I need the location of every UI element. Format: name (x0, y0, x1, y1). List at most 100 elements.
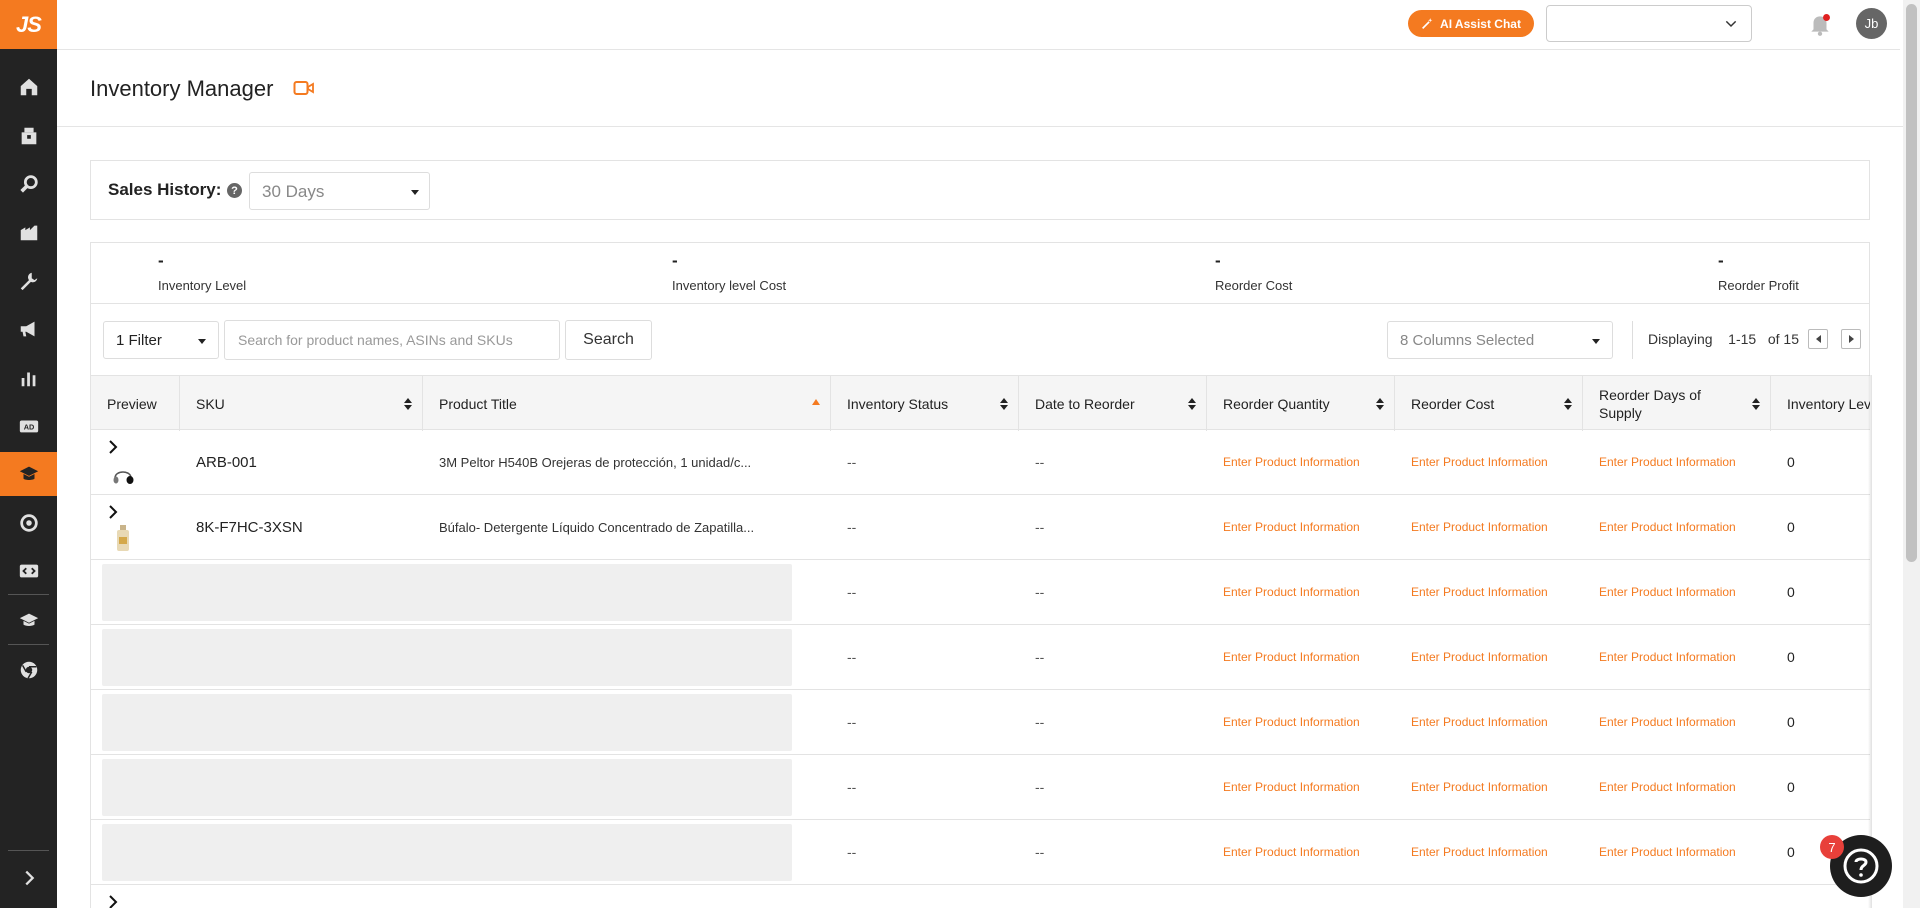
graduation-cap-icon[interactable] (0, 598, 57, 642)
notifications-bell-icon[interactable] (1807, 11, 1833, 42)
developer-code-icon[interactable] (0, 549, 57, 593)
header-reorder-cost[interactable]: Reorder Cost (1395, 376, 1583, 431)
loading-placeholder (102, 629, 792, 686)
table-row[interactable] (91, 885, 1870, 908)
sidebar-divider (8, 850, 49, 851)
enter-product-info-link[interactable]: Enter Product Information (1395, 820, 1583, 884)
enter-product-info-link[interactable]: Enter Product Information (1207, 755, 1395, 819)
sort-icon (1376, 398, 1384, 410)
table-scroll-shadow (1868, 375, 1872, 908)
js-logo[interactable]: JS (0, 0, 57, 49)
sales-history-label: Sales History: (108, 180, 222, 199)
enter-product-info-link[interactable]: Enter Product Information (1207, 690, 1395, 754)
header-reorder-days-of-supply[interactable]: Reorder Days of Supply (1583, 376, 1771, 431)
cell-date-to-reorder: -- (1035, 454, 1045, 470)
table-row[interactable]: -- -- Enter Product Information Enter Pr… (91, 690, 1870, 755)
ai-assist-chat-button[interactable]: AI Assist Chat (1408, 10, 1534, 37)
enter-product-info-link[interactable]: Enter Product Information (1207, 430, 1395, 494)
video-tutorial-icon[interactable] (293, 80, 315, 101)
table-row[interactable]: -- -- Enter Product Information Enter Pr… (91, 820, 1870, 885)
previous-page-button[interactable] (1808, 329, 1828, 349)
enter-product-info-link[interactable]: Enter Product Information (1395, 495, 1583, 559)
academy-icon[interactable] (0, 452, 57, 496)
enter-product-info-link[interactable]: Enter Product Information (1395, 560, 1583, 624)
ads-icon[interactable]: AD (0, 404, 57, 448)
enter-product-info-link[interactable]: Enter Product Information (1583, 430, 1771, 494)
help-notification-badge: 7 (1820, 835, 1844, 859)
header-inventory-status[interactable]: Inventory Status (831, 376, 1019, 431)
table-row[interactable]: 8K-F7HC-3XSN Búfalo- Detergente Líquido … (91, 495, 1870, 560)
chevron-right-icon[interactable] (108, 505, 118, 519)
search-input[interactable] (224, 320, 560, 360)
magic-wand-icon (1422, 18, 1433, 29)
next-page-button[interactable] (1841, 329, 1861, 349)
columns-select[interactable]: 8 Columns Selected (1387, 321, 1613, 359)
supplier-database-icon[interactable] (0, 210, 57, 254)
enter-product-info-link[interactable]: Enter Product Information (1207, 560, 1395, 624)
chevron-down-icon (1725, 20, 1737, 28)
header-sku[interactable]: SKU (180, 376, 423, 431)
enter-product-info-link[interactable]: Enter Product Information (1583, 560, 1771, 624)
displaying-total: of 15 (1767, 331, 1799, 347)
integrations-icon[interactable] (0, 501, 57, 545)
sidebar-divider (8, 644, 49, 645)
cell-inventory-status: -- (847, 454, 857, 470)
filter-select[interactable]: 1 Filter (103, 321, 219, 359)
header-reorder-quantity[interactable]: Reorder Quantity (1207, 376, 1395, 431)
user-avatar[interactable]: Jb (1856, 8, 1887, 39)
enter-product-info-link[interactable]: Enter Product Information (1207, 495, 1395, 559)
chevron-right-icon[interactable] (108, 440, 118, 454)
enter-product-info-link[interactable]: Enter Product Information (1583, 755, 1771, 819)
cell-sku: ARB-001 (196, 453, 257, 471)
header-label: Reorder Quantity (1223, 395, 1330, 412)
stat-label: Reorder Profit (1718, 278, 1799, 293)
header-date-to-reorder[interactable]: Date to Reorder (1019, 376, 1207, 431)
table-row[interactable]: ARB-001 3M Peltor H540B Orejeras de prot… (91, 430, 1870, 495)
sort-icon (1000, 398, 1008, 410)
enter-product-info-link[interactable]: Enter Product Information (1395, 625, 1583, 689)
table-row[interactable]: -- -- Enter Product Information Enter Pr… (91, 625, 1870, 690)
cell-date-to-reorder: -- (1035, 844, 1045, 860)
search-icon[interactable] (0, 162, 57, 206)
enter-product-info-link[interactable]: Enter Product Information (1395, 430, 1583, 494)
sort-icon (1188, 398, 1196, 410)
enter-product-info-link[interactable]: Enter Product Information (1583, 625, 1771, 689)
sidebar: JS AD (0, 0, 57, 908)
header-label: Reorder Cost (1411, 395, 1495, 412)
tools-icon[interactable] (0, 259, 57, 303)
enter-product-info-link[interactable]: Enter Product Information (1207, 625, 1395, 689)
pagination-info: Displaying 1-15 of 15 (1648, 331, 1799, 347)
cell-product-title[interactable]: 3M Peltor H540B Orejeras de protección, … (423, 430, 831, 494)
cell-date-to-reorder: -- (1035, 519, 1045, 535)
enter-product-info-link[interactable]: Enter Product Information (1207, 820, 1395, 884)
analytics-icon[interactable] (0, 356, 57, 400)
header-product-title[interactable]: Product Title (423, 376, 831, 431)
cell-product-title[interactable]: Búfalo- Detergente Líquido Concentrado d… (423, 495, 831, 559)
home-icon[interactable] (0, 65, 57, 109)
enter-product-info-link[interactable]: Enter Product Information (1583, 495, 1771, 559)
header-label: Date to Reorder (1035, 395, 1135, 412)
enter-product-info-link[interactable]: Enter Product Information (1395, 690, 1583, 754)
stat-reorder-cost: - Reorder Cost (1215, 251, 1292, 293)
cell-date-to-reorder: -- (1035, 779, 1045, 795)
chevron-right-icon[interactable] (108, 895, 118, 908)
product-database-icon[interactable] (0, 114, 57, 158)
search-button[interactable]: Search (565, 320, 652, 360)
megaphone-icon[interactable] (0, 307, 57, 351)
enter-product-info-link[interactable]: Enter Product Information (1583, 820, 1771, 884)
cell-inventory-level: 0 (1787, 454, 1795, 470)
table-row[interactable]: -- -- Enter Product Information Enter Pr… (91, 560, 1870, 625)
help-icon[interactable]: ? (227, 183, 242, 198)
chrome-extension-icon[interactable] (0, 648, 57, 692)
header-label: SKU (196, 395, 225, 412)
page-scrollbar[interactable] (1903, 0, 1920, 908)
header-inventory-level[interactable]: Inventory Lev (1771, 376, 1870, 431)
stat-value: - (1215, 251, 1221, 270)
marketplace-select[interactable] (1546, 5, 1752, 42)
enter-product-info-link[interactable]: Enter Product Information (1583, 690, 1771, 754)
scrollbar-thumb[interactable] (1906, 4, 1917, 562)
table-row[interactable]: -- -- Enter Product Information Enter Pr… (91, 755, 1870, 820)
expand-sidebar-icon[interactable] (0, 856, 57, 900)
sales-history-select[interactable]: 30 Days (249, 172, 430, 210)
enter-product-info-link[interactable]: Enter Product Information (1395, 755, 1583, 819)
